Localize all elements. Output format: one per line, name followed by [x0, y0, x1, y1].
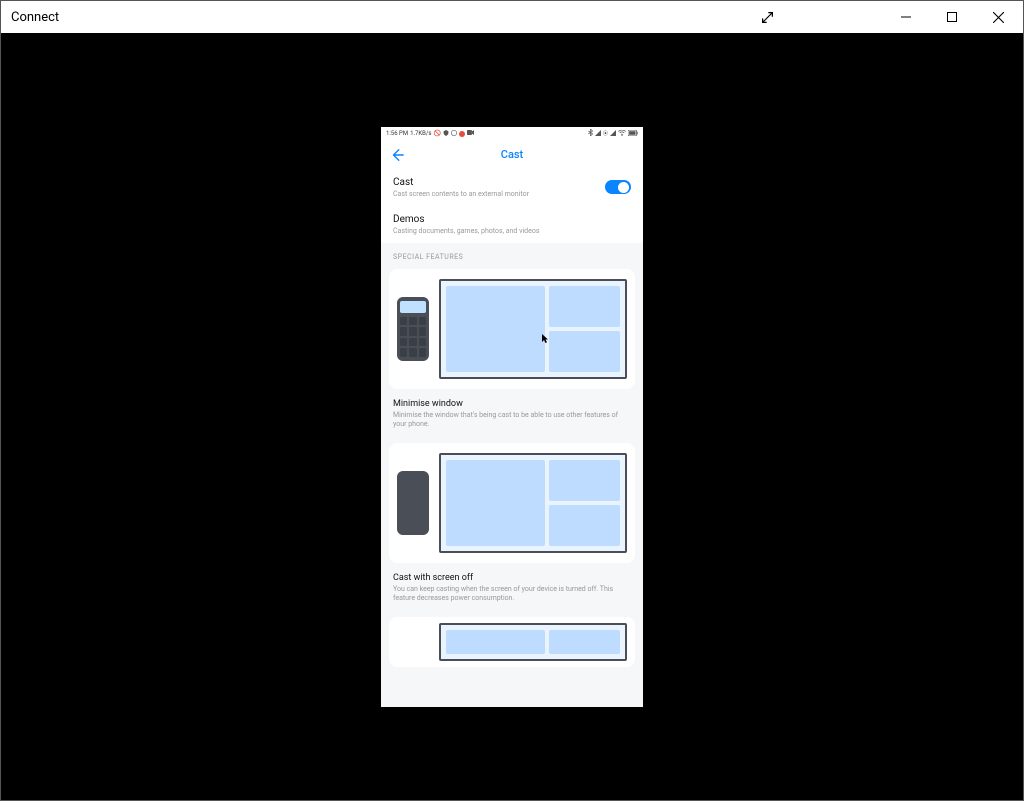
close-button[interactable] — [975, 1, 1021, 33]
illus-remote-icon — [397, 297, 429, 361]
illus-monitor3-icon — [439, 623, 627, 661]
window-controls — [751, 1, 1021, 33]
screenoff-title: Cast with screen off — [393, 573, 631, 583]
demos-row-subtitle: Casting documents, games, photos, and vi… — [393, 227, 539, 235]
bluetooth-icon — [588, 129, 593, 138]
client-area: 1:56 PM 1.7KB/s 🚫 — [1, 33, 1023, 800]
screenoff-illustration — [389, 443, 635, 563]
cursor-icon — [542, 329, 550, 348]
minimise-feature[interactable]: Minimise window Minimise the window that… — [381, 393, 643, 439]
minimise-subtitle: Minimise the window that's being cast to… — [393, 411, 631, 429]
section-label: SPECIAL FEATURES — [381, 243, 643, 265]
record-icon — [459, 131, 465, 137]
toggle-knob — [618, 182, 629, 193]
app-header: Cast — [381, 141, 643, 169]
titlebar: Connect — [1, 1, 1023, 33]
maximize-button[interactable] — [929, 1, 975, 33]
battery-icon — [628, 130, 638, 138]
next-illustration-partial — [389, 617, 635, 667]
volte-icon: ⦿ — [603, 130, 608, 137]
mute-icon: 🚫 — [434, 130, 441, 137]
back-button[interactable] — [387, 145, 407, 165]
demos-row[interactable]: Demos Casting documents, games, photos, … — [381, 206, 643, 243]
cast-row-title: Cast — [393, 177, 529, 188]
minimize-button[interactable] — [883, 1, 929, 33]
window-title: Connect — [11, 10, 59, 25]
illus-monitor2-icon — [439, 453, 627, 553]
screenoff-feature[interactable]: Cast with screen off You can keep castin… — [381, 567, 643, 613]
illus-phone-off-icon — [397, 471, 429, 535]
cast-toggle[interactable] — [605, 180, 631, 194]
cast-row-subtitle: Cast screen contents to an external moni… — [393, 190, 529, 198]
signal-1-icon — [595, 130, 601, 138]
content-area[interactable]: Cast Cast screen contents to an external… — [381, 169, 643, 707]
wifi-icon — [618, 130, 626, 138]
screenoff-subtitle: You can keep casting when the screen of … — [393, 585, 631, 603]
phone-screen: 1:56 PM 1.7KB/s 🚫 — [381, 127, 643, 707]
illus-monitor-icon — [439, 279, 627, 379]
shield-icon — [443, 130, 449, 138]
expand-icon[interactable] — [751, 1, 783, 33]
demos-row-title: Demos — [393, 214, 539, 225]
connect-app-window: Connect 1:56 PM 1.7KB/s 🚫 — [0, 0, 1024, 801]
status-time: 1:56 PM — [386, 130, 408, 137]
phone-statusbar: 1:56 PM 1.7KB/s 🚫 — [381, 127, 643, 141]
signal-2-icon — [610, 130, 616, 138]
page-title: Cast — [501, 148, 523, 161]
minimise-title: Minimise window — [393, 399, 631, 409]
status-net-speed: 1.7KB/s — [410, 130, 431, 137]
whatsapp-icon — [451, 130, 457, 138]
minimise-illustration — [389, 269, 635, 389]
video-icon — [467, 130, 474, 137]
cast-toggle-row[interactable]: Cast Cast screen contents to an external… — [381, 169, 643, 206]
